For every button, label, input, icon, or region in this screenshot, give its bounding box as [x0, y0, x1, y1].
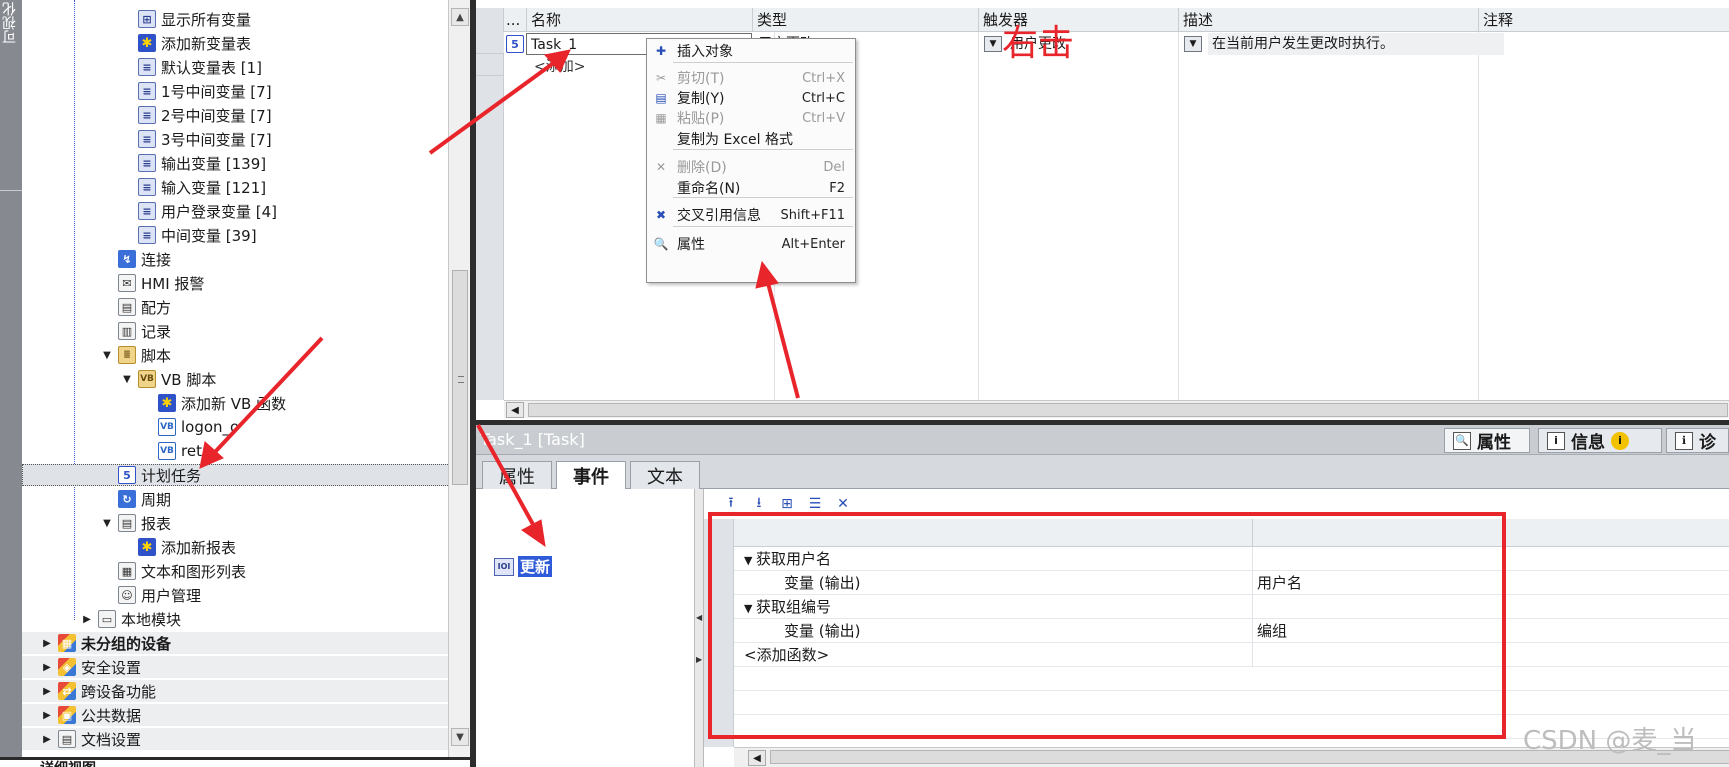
arrow-line: [213, 336, 324, 454]
arrow-line: [428, 60, 557, 155]
arrow-head: [755, 260, 779, 289]
annotation-arrows: [199, 49, 800, 548]
arrow-head: [521, 519, 546, 548]
arrow-line: [766, 282, 800, 399]
arrow-line: [476, 424, 537, 529]
